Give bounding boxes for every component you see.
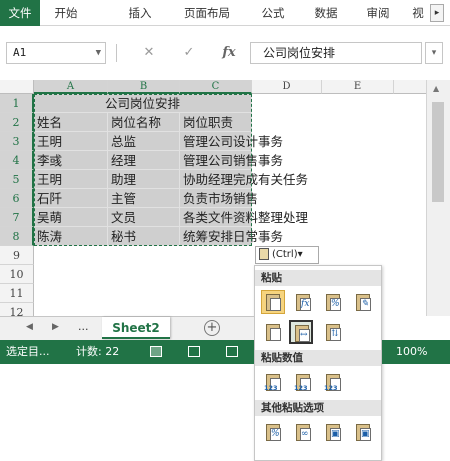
header-cell-duty[interactable]: 岗位职责 [180,113,252,132]
ribbon-tabs: 文件 开始 插入 页面布局 公式 数据 审阅 视 ▸ [0,0,450,26]
scroll-up-icon[interactable]: ▲ [433,84,439,93]
paste-options-label: (Ctrl)▾ [272,249,303,260]
data-cell[interactable]: 吴萌 [34,208,108,227]
sheet-tab-sheet2[interactable]: Sheet2 [102,317,170,339]
row-header-6[interactable]: 6 [0,189,34,208]
paste-section-title: 粘贴 [255,270,381,286]
sheet-nav-left-icon[interactable]: ◀ [26,322,33,332]
picture-icon[interactable]: ▣ [321,420,345,444]
row-header-8[interactable]: 8 [0,227,34,246]
column-header-b[interactable]: B [108,80,180,94]
data-cell[interactable]: 协助经理完成有关任务 [180,170,308,189]
column-header-c[interactable]: C [180,80,252,94]
paste-options-menu: 粘贴 fx % ✎ ↔ ⇅ 粘贴数值 123 123 123 其他粘贴选项 % … [254,265,382,461]
keep-source-column-widths-icon[interactable]: ↔ [289,320,313,344]
data-cell[interactable]: 李彧 [34,151,108,170]
column-header-e[interactable]: E [322,80,394,94]
more-sheets-button[interactable]: ... [78,320,89,333]
scroll-thumb[interactable] [432,102,444,202]
vertical-scrollbar[interactable]: ▲ [426,80,450,316]
row-header-1[interactable]: 1 [0,94,34,113]
row-header-5[interactable]: 5 [0,170,34,189]
row-header-12[interactable]: 12 [0,303,34,316]
data-cell[interactable]: 各类文件资料整理处理 [180,208,308,227]
title-cell[interactable]: 公司岗位安排 [34,94,252,113]
data-cell[interactable]: 统筹安排日常事务 [180,227,283,246]
insert-function-icon[interactable]: fx [218,42,240,64]
row-header-2[interactable]: 2 [0,113,34,132]
column-header-f[interactable] [394,80,426,94]
tab-insert[interactable]: 插入 [118,0,162,26]
status-mode: 选定目... [6,345,50,358]
formatting-icon[interactable]: % [261,420,285,444]
data-cell[interactable]: 石阡 [34,189,108,208]
data-cell[interactable]: 负责市场销售 [180,189,258,208]
transpose-icon[interactable]: ⇅ [321,320,345,344]
row-header-10[interactable]: 10 [0,265,34,284]
other-paste-options-section-title: 其他粘贴选项 [255,400,381,416]
cancel-icon[interactable]: ✕ [138,42,160,64]
normal-view-icon[interactable] [150,346,162,357]
row-header-9[interactable]: 9 [0,246,34,265]
row-header-7[interactable]: 7 [0,208,34,227]
paste-options-button[interactable]: (Ctrl)▾ [255,246,319,264]
tab-formulas[interactable]: 公式 [255,0,291,26]
chevron-down-icon[interactable]: ▼ [96,43,101,63]
column-header-d[interactable]: D [252,80,322,94]
paste-values-section-title: 粘贴数值 [255,350,381,366]
expand-formula-bar-icon[interactable]: ▾ [425,42,443,64]
name-box-value: A1 [13,46,27,59]
tab-page-layout[interactable]: 页面布局 [174,0,240,26]
zoom-level[interactable]: 100% [396,340,427,364]
data-cell[interactable]: 文员 [108,208,180,227]
data-cell[interactable]: 陈涛 [34,227,108,246]
tab-data[interactable]: 数据 [306,0,346,26]
tab-file[interactable]: 文件 [0,0,40,26]
data-cell[interactable]: 管理公司销售事务 [180,151,283,170]
status-count: 计数: 22 [76,345,120,358]
column-header-a[interactable]: A [34,80,108,94]
values-source-formatting-icon[interactable]: 123 [321,370,345,394]
data-cell[interactable]: 管理公司设计事务 [180,132,283,151]
data-cell[interactable]: 主管 [108,189,180,208]
tab-view[interactable]: 视 [408,0,428,26]
select-all-corner[interactable] [0,80,34,94]
keep-source-formatting-icon[interactable]: ✎ [351,290,375,314]
data-cell[interactable]: 王明 [34,170,108,189]
formula-input[interactable]: 公司岗位安排 [250,42,422,64]
data-cell[interactable]: 经理 [108,151,180,170]
page-break-view-icon[interactable] [226,346,238,357]
paste-values-icon[interactable]: 123 [261,370,285,394]
enter-icon[interactable]: ✓ [178,42,200,64]
data-cell[interactable]: 秘书 [108,227,180,246]
row-header-3[interactable]: 3 [0,132,34,151]
values-number-format-icon[interactable]: 123 [291,370,315,394]
name-box[interactable]: A1 ▼ [6,42,106,64]
data-cell[interactable]: 总监 [108,132,180,151]
row-header-11[interactable]: 11 [0,284,34,303]
no-borders-icon[interactable] [261,320,285,344]
sheet-tab-bar: ◀ ▶ ... Sheet2 + [0,316,254,340]
sheet-nav-right-icon[interactable]: ▶ [52,322,59,332]
paste-link-icon[interactable]: ∞ [291,420,315,444]
add-sheet-icon[interactable]: + [204,320,220,336]
data-cell[interactable]: 助理 [108,170,180,189]
row-header-4[interactable]: 4 [0,151,34,170]
paste-formulas-number-format-icon[interactable]: % [321,290,345,314]
formula-bar-divider [116,44,117,62]
linked-picture-icon[interactable]: ▣ [351,420,375,444]
paste-formulas-icon[interactable]: fx [291,290,315,314]
clipboard-icon [259,248,269,260]
data-cell[interactable]: 王明 [34,132,108,151]
ribbon-scroll-right-button[interactable]: ▸ [430,4,444,22]
status-bar-right: 100% [382,340,450,364]
tab-review[interactable]: 审阅 [358,0,398,26]
page-layout-view-icon[interactable] [188,346,200,357]
header-cell-position[interactable]: 岗位名称 [108,113,180,132]
status-bar: 选定目... 计数: 22 [0,340,254,364]
formula-bar: A1 ▼ ✕ ✓ fx 公司岗位安排 ▾ [0,26,450,80]
header-cell-name[interactable]: 姓名 [34,113,108,132]
paste-icon[interactable] [261,290,285,314]
tab-home[interactable]: 开始 [44,0,88,26]
